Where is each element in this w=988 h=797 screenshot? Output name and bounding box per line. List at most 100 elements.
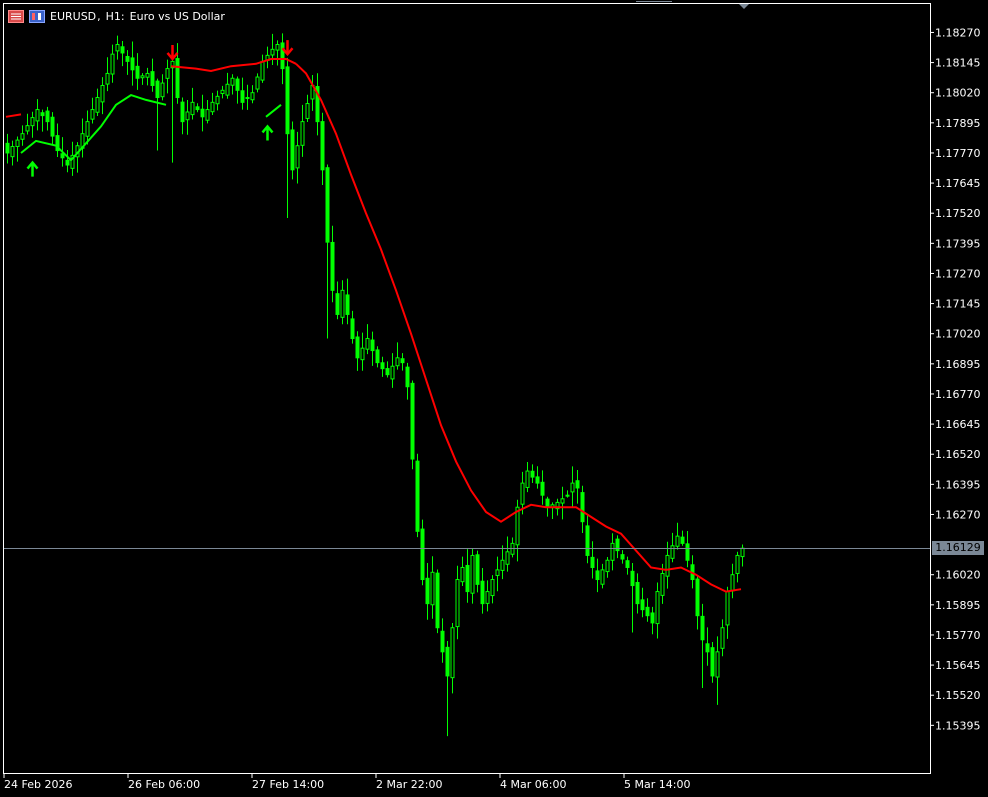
candle-body	[375, 349, 380, 364]
candle-body	[360, 347, 365, 361]
price-tick-label: 1.17770	[935, 147, 981, 160]
candle-body	[215, 95, 220, 105]
candle-body	[740, 547, 745, 558]
candle-body	[465, 564, 470, 593]
timeframe-menu-icon[interactable]	[29, 9, 45, 23]
candle-body	[430, 571, 435, 606]
candle-body	[280, 42, 285, 70]
candle-body	[325, 167, 330, 243]
candle-body	[295, 145, 300, 169]
candle-body	[415, 460, 420, 532]
candle-body	[335, 293, 340, 315]
price-tick-label: 1.18270	[935, 26, 981, 39]
candle-body	[95, 97, 100, 113]
candle-body	[180, 101, 185, 123]
candle-body	[715, 651, 720, 678]
candle-body	[195, 106, 200, 111]
candle-body	[110, 53, 115, 75]
candle-body	[165, 68, 170, 79]
candle-body	[470, 554, 475, 594]
moving-average	[5, 58, 742, 593]
candle-body	[130, 57, 135, 71]
candle-body	[320, 121, 325, 171]
candle-body	[350, 318, 355, 340]
candle-body	[145, 72, 150, 78]
candle-body	[565, 494, 570, 497]
candle-body	[670, 545, 675, 559]
candle-body	[540, 481, 545, 496]
candle-body	[150, 71, 155, 86]
candle-body	[425, 577, 430, 605]
candle-body	[155, 80, 160, 99]
symbol-menu-icon[interactable]	[8, 9, 24, 23]
price-tick-label: 1.16395	[935, 478, 981, 491]
candle-body	[650, 612, 655, 624]
candle-body	[710, 647, 715, 677]
candle-body	[655, 591, 660, 625]
candle-body	[225, 83, 230, 96]
price-tick-label: 1.17020	[935, 328, 981, 341]
candle-body	[175, 58, 180, 99]
candle-body	[235, 78, 240, 91]
candle-body	[205, 109, 210, 121]
candle-body	[85, 121, 90, 137]
candle-body	[100, 84, 105, 103]
scroll-marker-icon[interactable]	[739, 4, 749, 9]
price-tick-label: 1.17895	[935, 117, 981, 130]
candle-body	[520, 482, 525, 505]
candle-body	[185, 111, 190, 121]
candle-body	[45, 110, 50, 123]
candle-body	[530, 470, 535, 478]
candle-body	[115, 44, 120, 52]
current-price-badge: 1.16129	[932, 541, 984, 556]
chart-window[interactable]: 1.18270 1.18145 1.18020 1.17895 1.17770 1.176…	[0, 0, 988, 797]
time-tick-label: 4 Mar 06:00	[500, 778, 566, 791]
candles	[5, 33, 745, 737]
price-tick-label: 1.15770	[935, 629, 981, 642]
time-tick-label: 26 Feb 06:00	[128, 778, 200, 791]
price-chart[interactable]: 1.18270 1.18145 1.18020 1.17895 1.17770 1.176…	[0, 0, 988, 797]
candle-body	[505, 551, 510, 565]
candle-body	[450, 627, 455, 679]
candle-body	[545, 498, 550, 508]
candle-body	[370, 339, 375, 352]
candle-body	[390, 365, 395, 380]
candle-body	[20, 133, 25, 140]
candle-body	[220, 89, 225, 95]
candle-body	[400, 358, 405, 364]
candle-body	[210, 101, 215, 113]
candle-body	[600, 569, 605, 585]
time-tick-label: 27 Feb 14:00	[252, 778, 324, 791]
price-tick-label: 1.18145	[935, 57, 981, 70]
candle-body	[5, 142, 10, 154]
candle-body	[455, 579, 460, 628]
candle-body	[290, 129, 295, 171]
candle-body	[445, 646, 450, 677]
price-tick-label: 1.17145	[935, 298, 981, 311]
candle-body	[345, 294, 350, 315]
candle-body	[300, 121, 305, 146]
ma-segment	[5, 113, 22, 118]
chart-header: EURUSD, H1: Euro vs US Dollar	[8, 8, 225, 24]
candle-body	[535, 476, 540, 484]
ma-segment	[265, 104, 282, 118]
candle-body	[635, 581, 640, 605]
candle-body	[605, 559, 610, 573]
price-axis: 1.18270 1.18145 1.18020 1.17895 1.17770 1.176…	[930, 26, 981, 732]
price-tick-label: 1.17520	[935, 207, 981, 220]
candle-body	[495, 569, 500, 576]
candle-body	[340, 289, 345, 318]
symbol-description: Euro vs US Dollar	[129, 9, 225, 23]
time-tick-label: 5 Mar 14:00	[624, 778, 690, 791]
candle-body	[575, 480, 580, 489]
plot-frame	[3, 3, 931, 774]
price-tick-label: 1.15395	[935, 719, 981, 732]
candle-body	[525, 470, 530, 488]
candle-body	[250, 92, 255, 101]
candle-body	[50, 116, 55, 137]
price-tick-label: 1.16520	[935, 448, 981, 461]
candle-body	[275, 44, 280, 51]
candle-body	[560, 498, 565, 504]
timeframe-label: H1:	[105, 9, 125, 23]
candle-body	[685, 543, 690, 561]
